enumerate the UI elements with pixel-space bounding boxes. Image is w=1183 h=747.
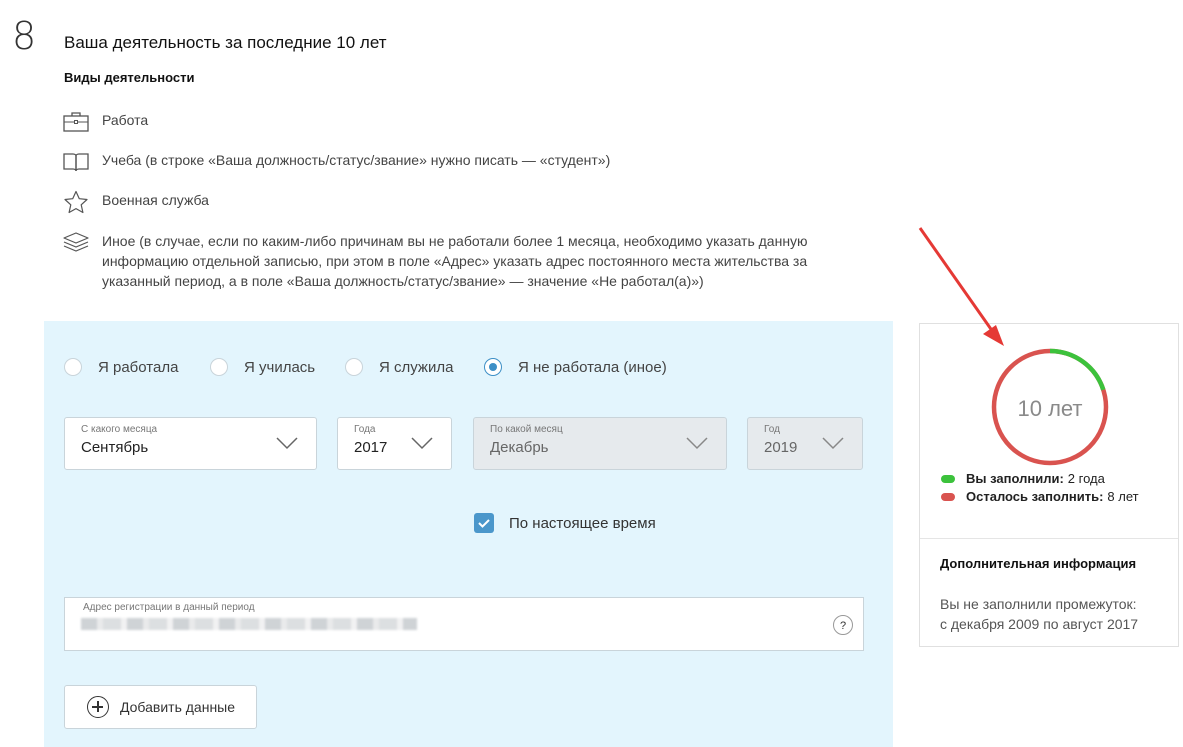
select-value: 2019 — [764, 439, 798, 456]
activity-type-label: Иное (в случае, если по каким-либо причи… — [102, 233, 808, 289]
checkmark-icon — [478, 519, 490, 528]
radio-circle[interactable] — [210, 358, 228, 376]
star-icon — [64, 190, 88, 214]
add-data-button[interactable]: Добавить данные — [64, 685, 257, 729]
activity-form-panel — [44, 321, 893, 747]
ring-label: 10 лет — [1017, 396, 1083, 421]
from-month-select[interactable]: С какого месяца Сентябрь — [64, 417, 317, 470]
chevron-down-icon — [822, 437, 844, 450]
divider — [920, 538, 1178, 539]
add-data-label: Добавить данные — [120, 699, 236, 715]
activity-type-label: Военная служба — [102, 192, 209, 208]
to-year-select: Год 2019 — [747, 417, 863, 470]
legend-remaining: Осталось заполнить: 8 лет — [941, 489, 1139, 504]
legend-swatch-red — [941, 492, 955, 501]
address-label: Адрес регистрации в данный период — [83, 602, 255, 613]
checkbox-box[interactable] — [474, 513, 494, 533]
radio-other[interactable]: Я не работала (иное) — [484, 358, 667, 376]
radio-label[interactable]: Я работала — [98, 359, 178, 376]
legend-filled-label: Вы заполнили: — [966, 471, 1064, 486]
radio-label[interactable]: Я служила — [379, 359, 453, 376]
radio-circle[interactable] — [345, 358, 363, 376]
legend-remaining-label: Осталось заполнить: — [966, 489, 1104, 504]
to-month-select: По какой месяц Декабрь — [473, 417, 727, 470]
radio-circle[interactable] — [64, 358, 82, 376]
radio-label[interactable]: Я училась — [244, 359, 315, 376]
from-year-select[interactable]: Года 2017 — [337, 417, 452, 470]
activity-type-other: Иное (в случае, если по каким-либо причи… — [62, 231, 872, 291]
select-label: По какой месяц — [490, 424, 563, 435]
section-title: Ваша деятельность за последние 10 лет — [64, 33, 387, 52]
chevron-down-icon — [411, 437, 433, 450]
plus-circle-icon — [87, 696, 109, 718]
select-value: Декабрь — [490, 439, 549, 456]
checkbox-label[interactable]: По настоящее время — [509, 515, 656, 532]
present-time-checkbox[interactable]: По настоящее время — [474, 513, 656, 533]
activity-type-label: Работа — [102, 112, 149, 128]
activity-type-label: Учеба (в строке «Ваша должность/статус/з… — [102, 152, 611, 168]
help-icon[interactable]: ? — [833, 615, 853, 635]
additional-info-title: Дополнительная информация — [940, 556, 1137, 571]
chevron-down-icon — [276, 437, 298, 450]
radio-circle-checked[interactable] — [484, 358, 502, 376]
select-value: Сентябрь — [81, 439, 149, 456]
address-value-redacted — [81, 618, 417, 630]
additional-info-line: Вы не заполнили промежуток: — [940, 596, 1137, 612]
legend-swatch-green — [941, 474, 955, 483]
progress-sidebar: 10 лет Вы заполнили: 2 года Осталось зап… — [919, 323, 1179, 647]
activity-type-study: Учеба (в строке «Ваша должность/статус/з… — [62, 150, 610, 174]
radio-served[interactable]: Я служила — [345, 358, 453, 376]
select-label: Год — [764, 424, 780, 435]
address-input[interactable]: Адрес регистрации в данный период ? — [64, 597, 864, 651]
activity-type-military: Военная служба — [62, 190, 209, 214]
additional-info-text: Вы не заполнили промежуток: с декабря 20… — [940, 594, 1138, 634]
briefcase-icon — [63, 112, 89, 132]
activity-types-heading: Виды деятельности — [64, 70, 195, 85]
select-label: С какого месяца — [81, 424, 158, 435]
radio-label[interactable]: Я не работала (иное) — [518, 359, 667, 376]
select-value: 2017 — [354, 439, 388, 456]
book-icon — [63, 153, 89, 172]
radio-worked[interactable]: Я работала — [64, 358, 178, 376]
select-label: Года — [354, 424, 376, 435]
legend-filled-value: 2 года — [1067, 471, 1105, 486]
chevron-down-icon — [686, 437, 708, 450]
additional-info-line: с декабря 2009 по август 2017 — [940, 616, 1139, 632]
layers-icon — [63, 232, 89, 252]
activity-type-work: Работа — [62, 110, 148, 134]
radio-studied[interactable]: Я училась — [210, 358, 315, 376]
step-number: 8 — [12, 14, 37, 58]
legend-remaining-value: 8 лет — [1107, 489, 1139, 504]
legend-filled: Вы заполнили: 2 года — [941, 471, 1105, 486]
